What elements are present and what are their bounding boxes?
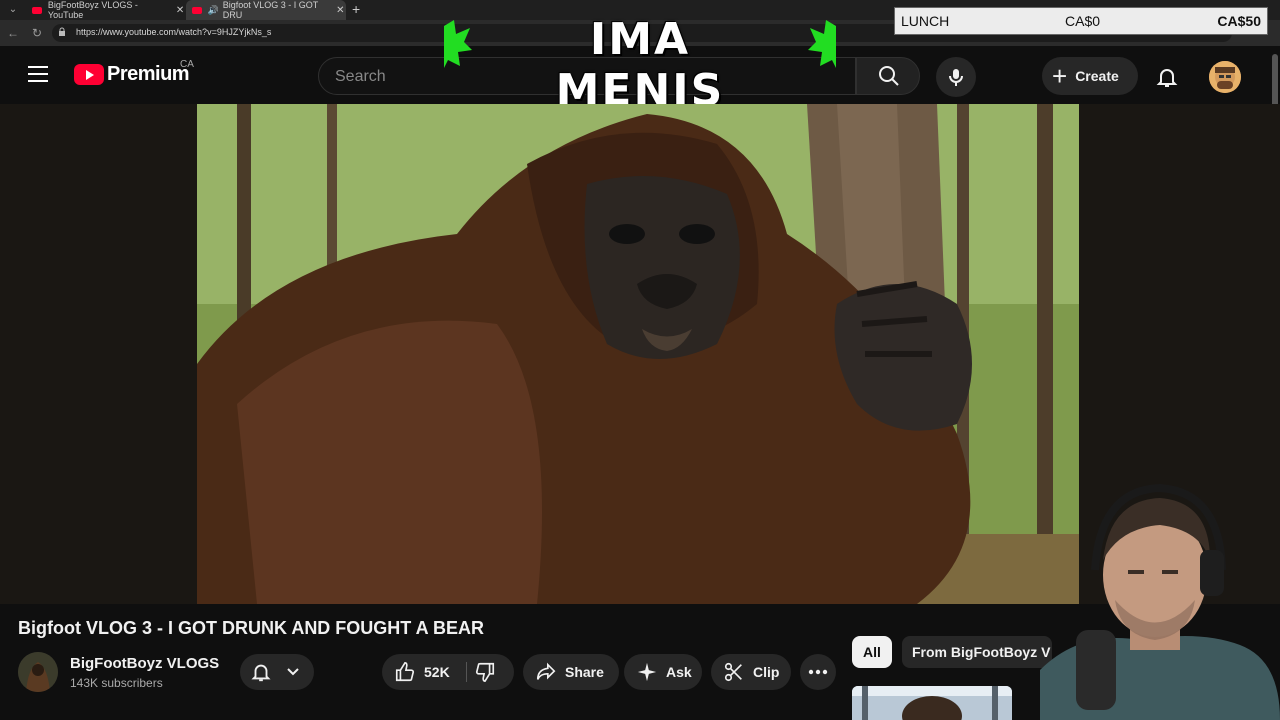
video-frame-image: [197, 104, 1079, 604]
video-title: Bigfoot VLOG 3 - I GOT DRUNK AND FOUGHT …: [18, 618, 484, 638]
goal-current: CA$0: [1065, 13, 1101, 29]
share-label: Share: [565, 664, 604, 680]
more-horizontal-icon: [808, 669, 828, 675]
stream-overlay-title: IMA MENIS: [440, 8, 840, 116]
goal-target: CA$50: [1217, 13, 1261, 29]
youtube-premium-logo[interactable]: Premium CA: [74, 59, 194, 86]
tab-title: BigFootBoyz VLOGS - YouTube: [47, 0, 138, 20]
subscription-notifications-button[interactable]: [240, 654, 314, 690]
chip-all[interactable]: All: [852, 636, 892, 668]
search-button[interactable]: [856, 57, 920, 95]
player-letterbox-left: [0, 104, 197, 604]
more-actions-button[interactable]: [800, 654, 836, 690]
close-tab-icon[interactable]: ✕: [335, 5, 346, 16]
green-bracket-left-icon: [444, 20, 472, 68]
like-dislike-group: 52K: [382, 654, 514, 690]
share-arrow-icon: [536, 662, 556, 680]
plus-icon: +: [1052, 61, 1068, 91]
chevron-down-icon: [287, 668, 299, 676]
logo-text: Premium: [107, 63, 190, 85]
youtube-favicon-icon: [192, 6, 202, 14]
youtube-favicon-icon: [32, 6, 42, 14]
webcam-overlay: [1040, 470, 1280, 720]
url-text: https://www.youtube.com/watch?v=9HJZYjkN…: [76, 27, 272, 37]
site-info-icon[interactable]: [58, 27, 66, 37]
thumbs-up-icon[interactable]: [394, 661, 416, 683]
ask-label: Ask: [666, 664, 692, 680]
like-count[interactable]: 52K: [424, 664, 450, 680]
notification-bell-icon: [251, 664, 271, 682]
clip-button[interactable]: Clip: [711, 654, 791, 690]
subscriber-count: 143K subscribers: [70, 676, 163, 690]
account-avatar[interactable]: [1209, 61, 1241, 93]
back-arrow-icon[interactable]: ←: [6, 26, 20, 40]
recommended-video-thumbnail[interactable]: [852, 686, 1012, 720]
notifications-bell-icon[interactable]: [1155, 65, 1179, 89]
browser-tab-channel[interactable]: BigFootBoyz VLOGS - YouTube ✕: [26, 0, 186, 20]
chip-from-channel[interactable]: From BigFootBoyz V: [902, 636, 1052, 668]
tab-title: Bigfoot VLOG 3 - I GOT DRU: [222, 0, 319, 20]
sparkle-icon: [637, 662, 657, 682]
create-button[interactable]: + Create: [1042, 57, 1138, 95]
tab-list-chevron-icon[interactable]: ⌄: [6, 3, 20, 17]
speaker-icon: 🔊: [207, 4, 219, 15]
channel-name[interactable]: BigFootBoyz VLOGS: [70, 655, 219, 672]
thumbs-down-icon[interactable]: [474, 661, 496, 683]
share-button[interactable]: Share: [523, 654, 619, 690]
reload-icon[interactable]: ↻: [30, 26, 44, 40]
clip-label: Clip: [753, 664, 780, 680]
divider: [466, 662, 467, 682]
search-icon: [879, 66, 899, 86]
voice-search-button[interactable]: [936, 57, 976, 97]
create-label: Create: [1075, 68, 1119, 84]
goal-label: LUNCH: [901, 13, 950, 29]
new-tab-icon[interactable]: +: [352, 1, 360, 17]
channel-avatar[interactable]: [18, 652, 58, 692]
donation-goal-widget: LUNCH CA$0 CA$50: [894, 7, 1268, 35]
video-player[interactable]: [197, 104, 1079, 604]
search-placeholder: Search: [335, 68, 386, 85]
browser-tab-video[interactable]: 🔊 Bigfoot VLOG 3 - I GOT DRU ✕: [186, 0, 346, 20]
close-tab-icon[interactable]: ✕: [174, 5, 186, 16]
green-bracket-right-icon: [808, 20, 836, 68]
microphone-icon: [949, 69, 963, 86]
ask-button[interactable]: Ask: [624, 654, 702, 690]
overlay-title-text: IMA MENIS: [555, 14, 725, 116]
region-code: CA: [180, 59, 194, 70]
scissors-icon: [724, 662, 742, 682]
youtube-play-logo-icon: [74, 64, 104, 85]
menu-icon[interactable]: [28, 66, 48, 84]
